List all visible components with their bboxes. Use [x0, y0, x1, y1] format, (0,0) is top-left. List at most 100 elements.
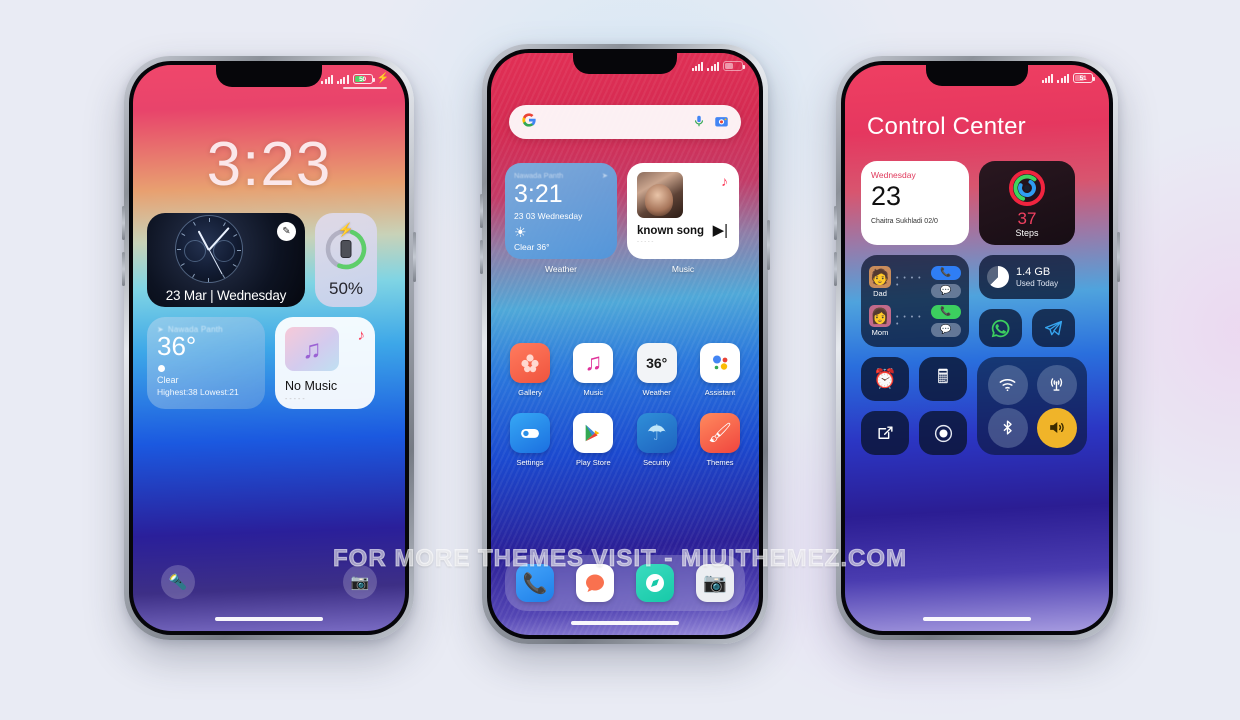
edit-note-icon[interactable] — [861, 411, 909, 455]
app-label: Play Store — [576, 458, 611, 467]
connectivity-toggles — [977, 357, 1087, 455]
avatar-woman-icon: 👩 — [869, 304, 891, 327]
apple-music-icon: ♪ — [357, 327, 366, 344]
power-button[interactable] — [1117, 232, 1120, 282]
music-widget-label: Music — [671, 264, 695, 274]
app-music[interactable]: ♫ Music — [570, 343, 616, 397]
flashlight-icon[interactable]: 🔦 — [161, 565, 195, 599]
weather-widget-column: Nawada Panth ➤ 3:21 23 03 Wednesday ☀ Cl… — [505, 163, 617, 274]
weather-widget[interactable]: Nawada Panth ➤ 3:21 23 03 Wednesday ☀ Cl… — [505, 163, 617, 259]
telegram-icon[interactable] — [1032, 309, 1075, 347]
battery-icon: 51 — [1073, 73, 1095, 83]
battery-ring: ⚡ — [324, 222, 368, 271]
app-play-store[interactable]: Play Store — [570, 413, 616, 467]
contact-mom[interactable]: 👩 Mom • • • • • 📞 💬 — [869, 304, 961, 337]
contact-name: Mom — [871, 327, 889, 337]
google-search-bar[interactable] — [509, 105, 741, 139]
analog-clock-widget[interactable]: ✎ 23 Mar | Wednesday — [147, 213, 305, 307]
music-subtitle: ----- — [285, 396, 307, 403]
hotspot-icon[interactable] — [1036, 364, 1077, 405]
apple-music-icon: ♪ — [721, 173, 728, 189]
message-bubble-icon[interactable]: 💬 — [931, 322, 961, 337]
contact-dad[interactable]: 🧑 Dad • • • • • 📞 💬 — [869, 265, 961, 298]
home-indicator[interactable] — [923, 617, 1031, 621]
lock-action-row: 🔦 📷 — [133, 565, 405, 599]
cc-row-contacts-data: 🧑 Dad • • • • • 📞 💬 👩 Mom • • • • • 📞 💬 … — [861, 255, 1093, 347]
wifi-icon[interactable] — [987, 364, 1028, 405]
weather-location: Nawada Panth — [167, 325, 223, 334]
cc-row-toggles: ⏰ 🖩 — [861, 357, 1093, 455]
message-bubble-icon[interactable] — [576, 564, 614, 602]
phone-battery-icon — [340, 239, 352, 258]
volume-up-button[interactable] — [122, 206, 125, 240]
calculator-icon[interactable]: 🖩 — [919, 357, 967, 401]
steps-count: 37 — [1017, 208, 1037, 228]
music-widget-column: ♪ known song ----- ▶| Music — [627, 163, 739, 274]
whatsapp-icon[interactable] — [979, 309, 1022, 347]
contact-name: Dad — [873, 288, 887, 298]
app-label: Gallery — [518, 388, 542, 397]
music-widget[interactable]: ♫ ♪ No Music ----- — [275, 317, 375, 409]
status-bar — [691, 61, 745, 71]
battery-widget[interactable]: ⚡ 50% — [315, 213, 377, 307]
volume-icon[interactable] — [1036, 407, 1077, 448]
signal-bars-icon-2 — [336, 74, 349, 84]
message-bubble-icon[interactable]: 💬 — [931, 283, 961, 298]
play-next-icon[interactable]: ▶| — [713, 221, 728, 239]
notch — [573, 53, 677, 74]
volume-down-button[interactable] — [834, 252, 837, 286]
status-bar: 50 ⚡ — [321, 74, 389, 84]
calendar-widget[interactable]: Wednesday 23 Chaitra Sukhladi 02/0 — [861, 161, 969, 245]
weather-condition: Clear 36° — [514, 241, 550, 252]
signal-bars-icon — [1041, 73, 1054, 83]
weather-widget-time: 3:21 — [514, 180, 563, 208]
bluetooth-icon[interactable] — [987, 407, 1028, 448]
app-row-2: Settings Play Store ☂ Security 🖌 Themes — [507, 413, 743, 467]
battery-icon — [723, 61, 745, 71]
shortcut-toggles: ⏰ 🖩 — [861, 357, 967, 455]
volume-down-button[interactable] — [122, 252, 125, 286]
status-underline — [343, 87, 387, 89]
play-store-icon — [573, 413, 614, 453]
power-button[interactable] — [767, 220, 770, 270]
camera-icon[interactable]: 📷 — [343, 565, 377, 599]
contacts-widget: 🧑 Dad • • • • • 📞 💬 👩 Mom • • • • • 📞 💬 — [861, 255, 969, 347]
app-label: Assistant — [704, 388, 736, 397]
app-settings[interactable]: Settings — [507, 413, 553, 467]
data-usage-widget[interactable]: 1.4 GB Used Today — [979, 255, 1075, 299]
control-center-body: Wednesday 23 Chaitra Sukhladi 02/0 37 St… — [861, 161, 1093, 465]
volume-down-button[interactable] — [480, 240, 483, 274]
contact-dots: • • • • • — [896, 274, 923, 289]
location-arrow-icon: ➤ — [157, 325, 164, 334]
phone-lock-screen: 50 ⚡ 3:23 ✎ 23 Mar | Wednesday ⚡ 50% ➤ N… — [122, 56, 416, 640]
compass-icon[interactable] — [636, 564, 674, 602]
volume-up-button[interactable] — [834, 206, 837, 240]
weather-widget[interactable]: ➤ Nawada Panth 36° Clear Highest:38 Lowe… — [147, 317, 265, 409]
app-weather[interactable]: 36° Weather — [634, 343, 680, 397]
alarm-clock-icon[interactable]: ⏰ — [861, 357, 909, 401]
google-assistant-icon — [699, 343, 740, 383]
google-lens-icon[interactable] — [714, 114, 729, 131]
battery-icon: 50 — [352, 74, 375, 84]
home-indicator[interactable] — [571, 621, 679, 625]
data-and-apps-column: 1.4 GB Used Today — [979, 255, 1075, 347]
app-security[interactable]: ☂ Security — [634, 413, 680, 467]
phone-handset-icon[interactable]: 📞 — [931, 265, 961, 280]
home-indicator[interactable] — [215, 617, 323, 621]
microphone-icon[interactable] — [692, 114, 706, 130]
steps-widget[interactable]: 37 Steps — [979, 161, 1075, 245]
phone-handset-icon[interactable]: 📞 — [516, 564, 554, 602]
app-themes[interactable]: 🖌 Themes — [697, 413, 743, 467]
lock-widget-area: ✎ 23 Mar | Wednesday ⚡ 50% ➤ Nawada Pant… — [147, 213, 391, 419]
power-button[interactable] — [413, 232, 416, 282]
music-widget[interactable]: ♪ known song ----- ▶| — [627, 163, 739, 259]
pencil-icon[interactable]: ✎ — [277, 222, 296, 241]
weather-temp: 36° — [157, 331, 197, 361]
volume-up-button[interactable] — [480, 194, 483, 228]
camera-icon[interactable]: 📷 — [696, 564, 734, 602]
app-gallery[interactable]: Gallery — [507, 343, 553, 397]
phone-handset-icon[interactable]: 📞 — [931, 304, 961, 319]
activity-rings-icon — [1007, 168, 1047, 208]
app-assistant[interactable]: Assistant — [697, 343, 743, 397]
record-icon[interactable] — [919, 411, 967, 455]
